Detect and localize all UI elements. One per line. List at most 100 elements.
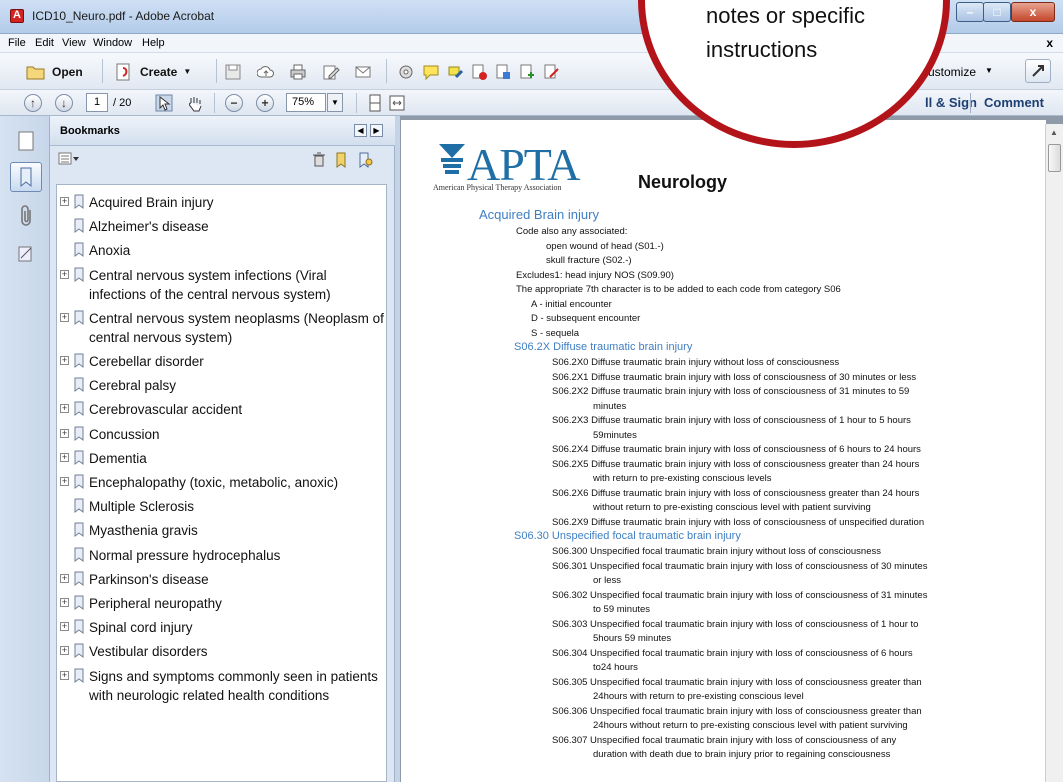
print-icon[interactable] [289,63,307,81]
fit-page-icon[interactable] [366,94,384,112]
menu-view[interactable]: View [62,37,86,49]
delete-bookmark-icon[interactable] [312,152,326,168]
scroll-up-arrow-icon[interactable]: ▲ [1050,128,1058,137]
menu-window[interactable]: Window [93,37,132,49]
bookmark-ribbon-icon [74,267,84,282]
hand-tool-icon[interactable] [186,94,204,112]
bookmark-item[interactable]: + Signs and symptoms commonly seen in pat… [57,667,386,705]
scrollbar-thumb[interactable] [1048,144,1061,172]
bookmark-item[interactable]: + Parkinson's disease [57,570,386,589]
bookmark-label: Cerebral palsy [89,378,177,394]
expand-plus-icon[interactable]: + [60,312,69,322]
open-label: Open [52,64,83,79]
bookmark-item[interactable]: + Cerebellar disorder [57,352,386,371]
bookmark-item[interactable]: + Dementia [57,449,386,468]
customize-label[interactable]: ustomize [928,65,976,79]
expand-plus-icon[interactable]: + [60,197,69,206]
close-window-button[interactable]: x [1011,2,1055,22]
close-icon: x [1029,5,1037,19]
customize-chevron-icon[interactable]: ▼ [985,66,993,75]
expand-view-button[interactable] [1025,59,1051,83]
expand-panel-icon[interactable]: ▶ [370,124,383,137]
page-number-input[interactable]: 1 [86,93,108,112]
expand-plus-icon[interactable]: + [60,646,69,656]
menu-file[interactable]: File [8,37,26,49]
icd-code-line: S06.307 Unspecified focal traumatic brai… [552,734,897,746]
page-thumbnails-icon[interactable] [15,130,37,154]
edit-pencil-icon[interactable] [322,63,340,81]
bookmark-item[interactable]: + Encephalopathy (toxic, metabolic, anoxi… [57,473,386,492]
bookmark-item[interactable]: Cerebral palsy [57,376,386,395]
expand-plus-icon[interactable]: + [60,428,69,438]
bookmark-item[interactable]: Multiple Sclerosis [57,497,386,516]
bookmark-item[interactable]: + Concussion [57,425,386,444]
bookmark-item[interactable]: + Acquired Brain injury [57,193,386,212]
cloud-upload-icon[interactable] [257,63,275,81]
fit-width-icon[interactable] [388,94,406,112]
signatures-icon[interactable] [16,244,36,264]
zoom-level-input[interactable]: 75% [286,93,326,112]
expand-plus-icon[interactable]: + [60,598,69,607]
bookmark-item[interactable]: + Cerebrovascular accident [57,400,386,419]
expand-plus-icon[interactable]: + [60,622,69,632]
bookmarks-panel-button[interactable] [10,162,42,192]
highlight-icon[interactable] [446,63,464,81]
icd-code-line: S06.2X2 Diffuse traumatic brain injury w… [552,386,910,397]
attachment-paperclip-icon[interactable] [18,204,36,228]
next-page-button[interactable]: ↓ [55,94,73,112]
icd-code-line: S06.303 Unspecified focal traumatic brai… [552,618,919,630]
settings-gear-icon[interactable] [397,63,415,81]
bookmark-item[interactable]: + Vestibular disorders [57,642,386,661]
icd-code-line: S06.301 Unspecified focal traumatic brai… [552,560,928,572]
open-button[interactable]: Open [22,58,87,85]
sign-pen-icon[interactable] [542,63,560,81]
menu-edit[interactable]: Edit [35,37,54,49]
bookmark-label: Encephalopathy (toxic, metabolic, anoxic… [89,475,339,490]
previous-page-button[interactable]: ↑ [24,94,42,112]
maximize-button[interactable]: □ [983,2,1011,22]
close-document-icon[interactable]: x [1046,36,1053,50]
new-bookmark-icon[interactable] [334,151,350,169]
bookmark-item[interactable]: + Spinal cord injury [57,618,386,637]
extract-page-icon[interactable] [494,63,512,81]
expand-plus-icon[interactable]: + [60,404,69,414]
bookmark-item[interactable]: Anoxia [57,241,386,260]
bookmark-ribbon-icon [74,353,84,368]
menu-help[interactable]: Help [142,37,165,49]
find-bookmark-icon[interactable] [358,151,374,169]
select-cursor-icon[interactable] [155,94,173,112]
expand-plus-icon[interactable]: + [60,670,69,680]
bookmark-item[interactable]: + Central nervous system infections (Vira… [57,266,386,304]
vertical-scrollbar[interactable]: ▲ [1045,124,1063,782]
bookmark-options-menu-icon[interactable] [58,152,80,166]
expand-arrow-icon [1032,65,1044,77]
bookmark-item[interactable]: Normal pressure hydrocephalus [57,546,386,565]
bookmark-label: Cerebellar disorder [89,354,204,369]
icd-code-line: S06.300 Unspecified focal traumatic brai… [552,546,881,557]
expand-plus-icon[interactable]: + [60,573,69,583]
save-icon[interactable] [224,63,242,81]
bookmark-ribbon-icon [74,498,84,514]
expand-plus-icon[interactable]: + [60,269,69,279]
comment-tab[interactable]: Comment [984,95,1044,110]
delete-page-icon[interactable] [470,63,488,81]
zoom-out-button[interactable]: − [225,94,243,112]
bookmark-label: Central nervous system neoplasms (Neopla… [89,310,384,345]
email-icon[interactable] [354,63,372,81]
acrobat-app-icon [10,9,24,23]
sticky-note-icon[interactable] [422,63,440,81]
create-button[interactable]: Create ▼ [110,58,195,85]
bookmark-item[interactable]: + Peripheral neuropathy [57,594,386,613]
expand-plus-icon[interactable]: + [60,452,69,462]
zoom-in-button[interactable]: + [256,94,274,112]
bookmark-item[interactable]: + Central nervous system neoplasms (Neopl… [57,309,386,347]
expand-plus-icon[interactable]: + [60,477,69,486]
expand-plus-icon[interactable]: + [60,356,69,365]
insert-page-icon[interactable] [518,63,536,81]
bookmarks-toolbar [50,146,395,174]
collapse-panel-icon[interactable]: ◀ [354,124,367,137]
zoom-dropdown-chevron-icon[interactable]: ▼ [327,93,343,112]
bookmark-item[interactable]: Myasthenia gravis [57,521,386,540]
bookmark-item[interactable]: Alzheimer's disease [57,217,386,236]
minimize-button[interactable]: – [956,2,984,22]
